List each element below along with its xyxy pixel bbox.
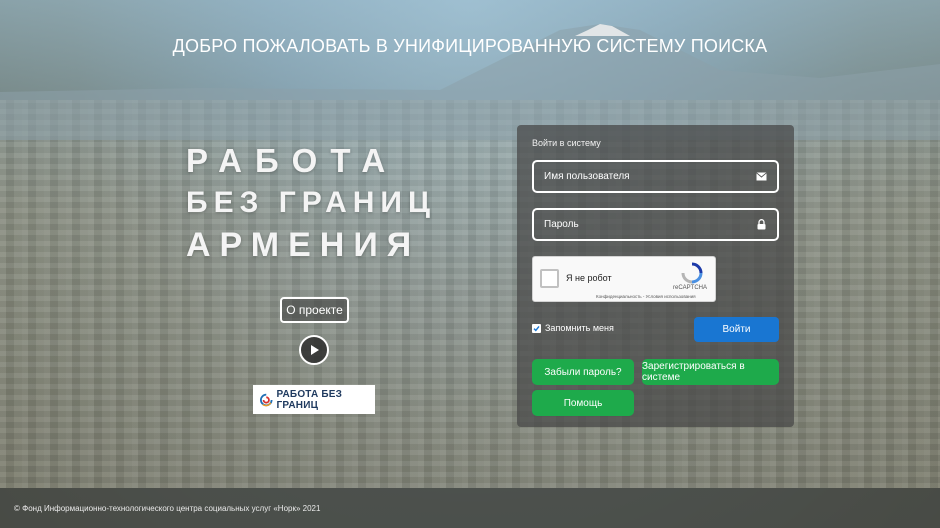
logo-text: РАБОТА БЕЗ ГРАНИЦ xyxy=(276,388,343,411)
recaptcha-widget: Я не робот reCAPTCHA Конфиденциальность … xyxy=(532,256,716,302)
recaptcha-brand: reCAPTCHA xyxy=(673,285,708,291)
brand-logo[interactable]: РАБОТА БЕЗ ГРАНИЦ xyxy=(253,385,375,414)
password-field-wrapper xyxy=(532,208,779,241)
remember-me[interactable]: Запомнить меня xyxy=(532,323,614,333)
about-project-button[interactable]: О проекте xyxy=(280,297,349,323)
username-input[interactable] xyxy=(544,171,755,182)
background-city xyxy=(0,100,940,488)
recaptcha-logo-icon xyxy=(681,262,703,284)
background-mountain xyxy=(0,24,940,140)
login-panel: Войти в систему Я не робот reCAPTCHA Кон xyxy=(517,125,794,427)
help-button[interactable]: Помощь xyxy=(532,390,634,416)
check-icon xyxy=(533,325,540,331)
brand-title-line1: РАБОТА xyxy=(186,142,399,179)
page-title: ДОБРО ПОЖАЛОВАТЬ В УНИФИЦИРОВАННУЮ СИСТЕ… xyxy=(172,36,768,56)
login-button[interactable]: Войти xyxy=(694,317,779,342)
play-icon xyxy=(311,345,319,355)
forgot-password-button[interactable]: Забыли пароль? xyxy=(532,359,634,385)
remember-checkbox[interactable] xyxy=(532,323,541,333)
play-video-button[interactable] xyxy=(299,335,329,365)
register-button[interactable]: Зарегистрироваться в системе xyxy=(642,359,779,385)
login-title: Войти в систему xyxy=(532,138,601,148)
envelope-icon xyxy=(755,171,767,183)
password-input[interactable] xyxy=(544,219,755,230)
remember-label: Запомнить меня xyxy=(545,323,614,333)
recaptcha-links[interactable]: Конфиденциальность - Условия использован… xyxy=(596,294,696,299)
brand-title-line2: БЕЗ ГРАНИЦ xyxy=(186,186,436,219)
brand-title-line3: АРМЕНИЯ xyxy=(186,226,421,264)
lock-icon xyxy=(755,219,767,231)
footer: © Фонд Информационно-технологического це… xyxy=(0,488,940,528)
logo-icon xyxy=(260,393,273,406)
copyright-text: © Фонд Информационно-технологического це… xyxy=(14,503,321,513)
recaptcha-label: Я не робот xyxy=(566,273,612,283)
recaptcha-checkbox[interactable] xyxy=(540,269,559,288)
username-field-wrapper xyxy=(532,160,779,193)
